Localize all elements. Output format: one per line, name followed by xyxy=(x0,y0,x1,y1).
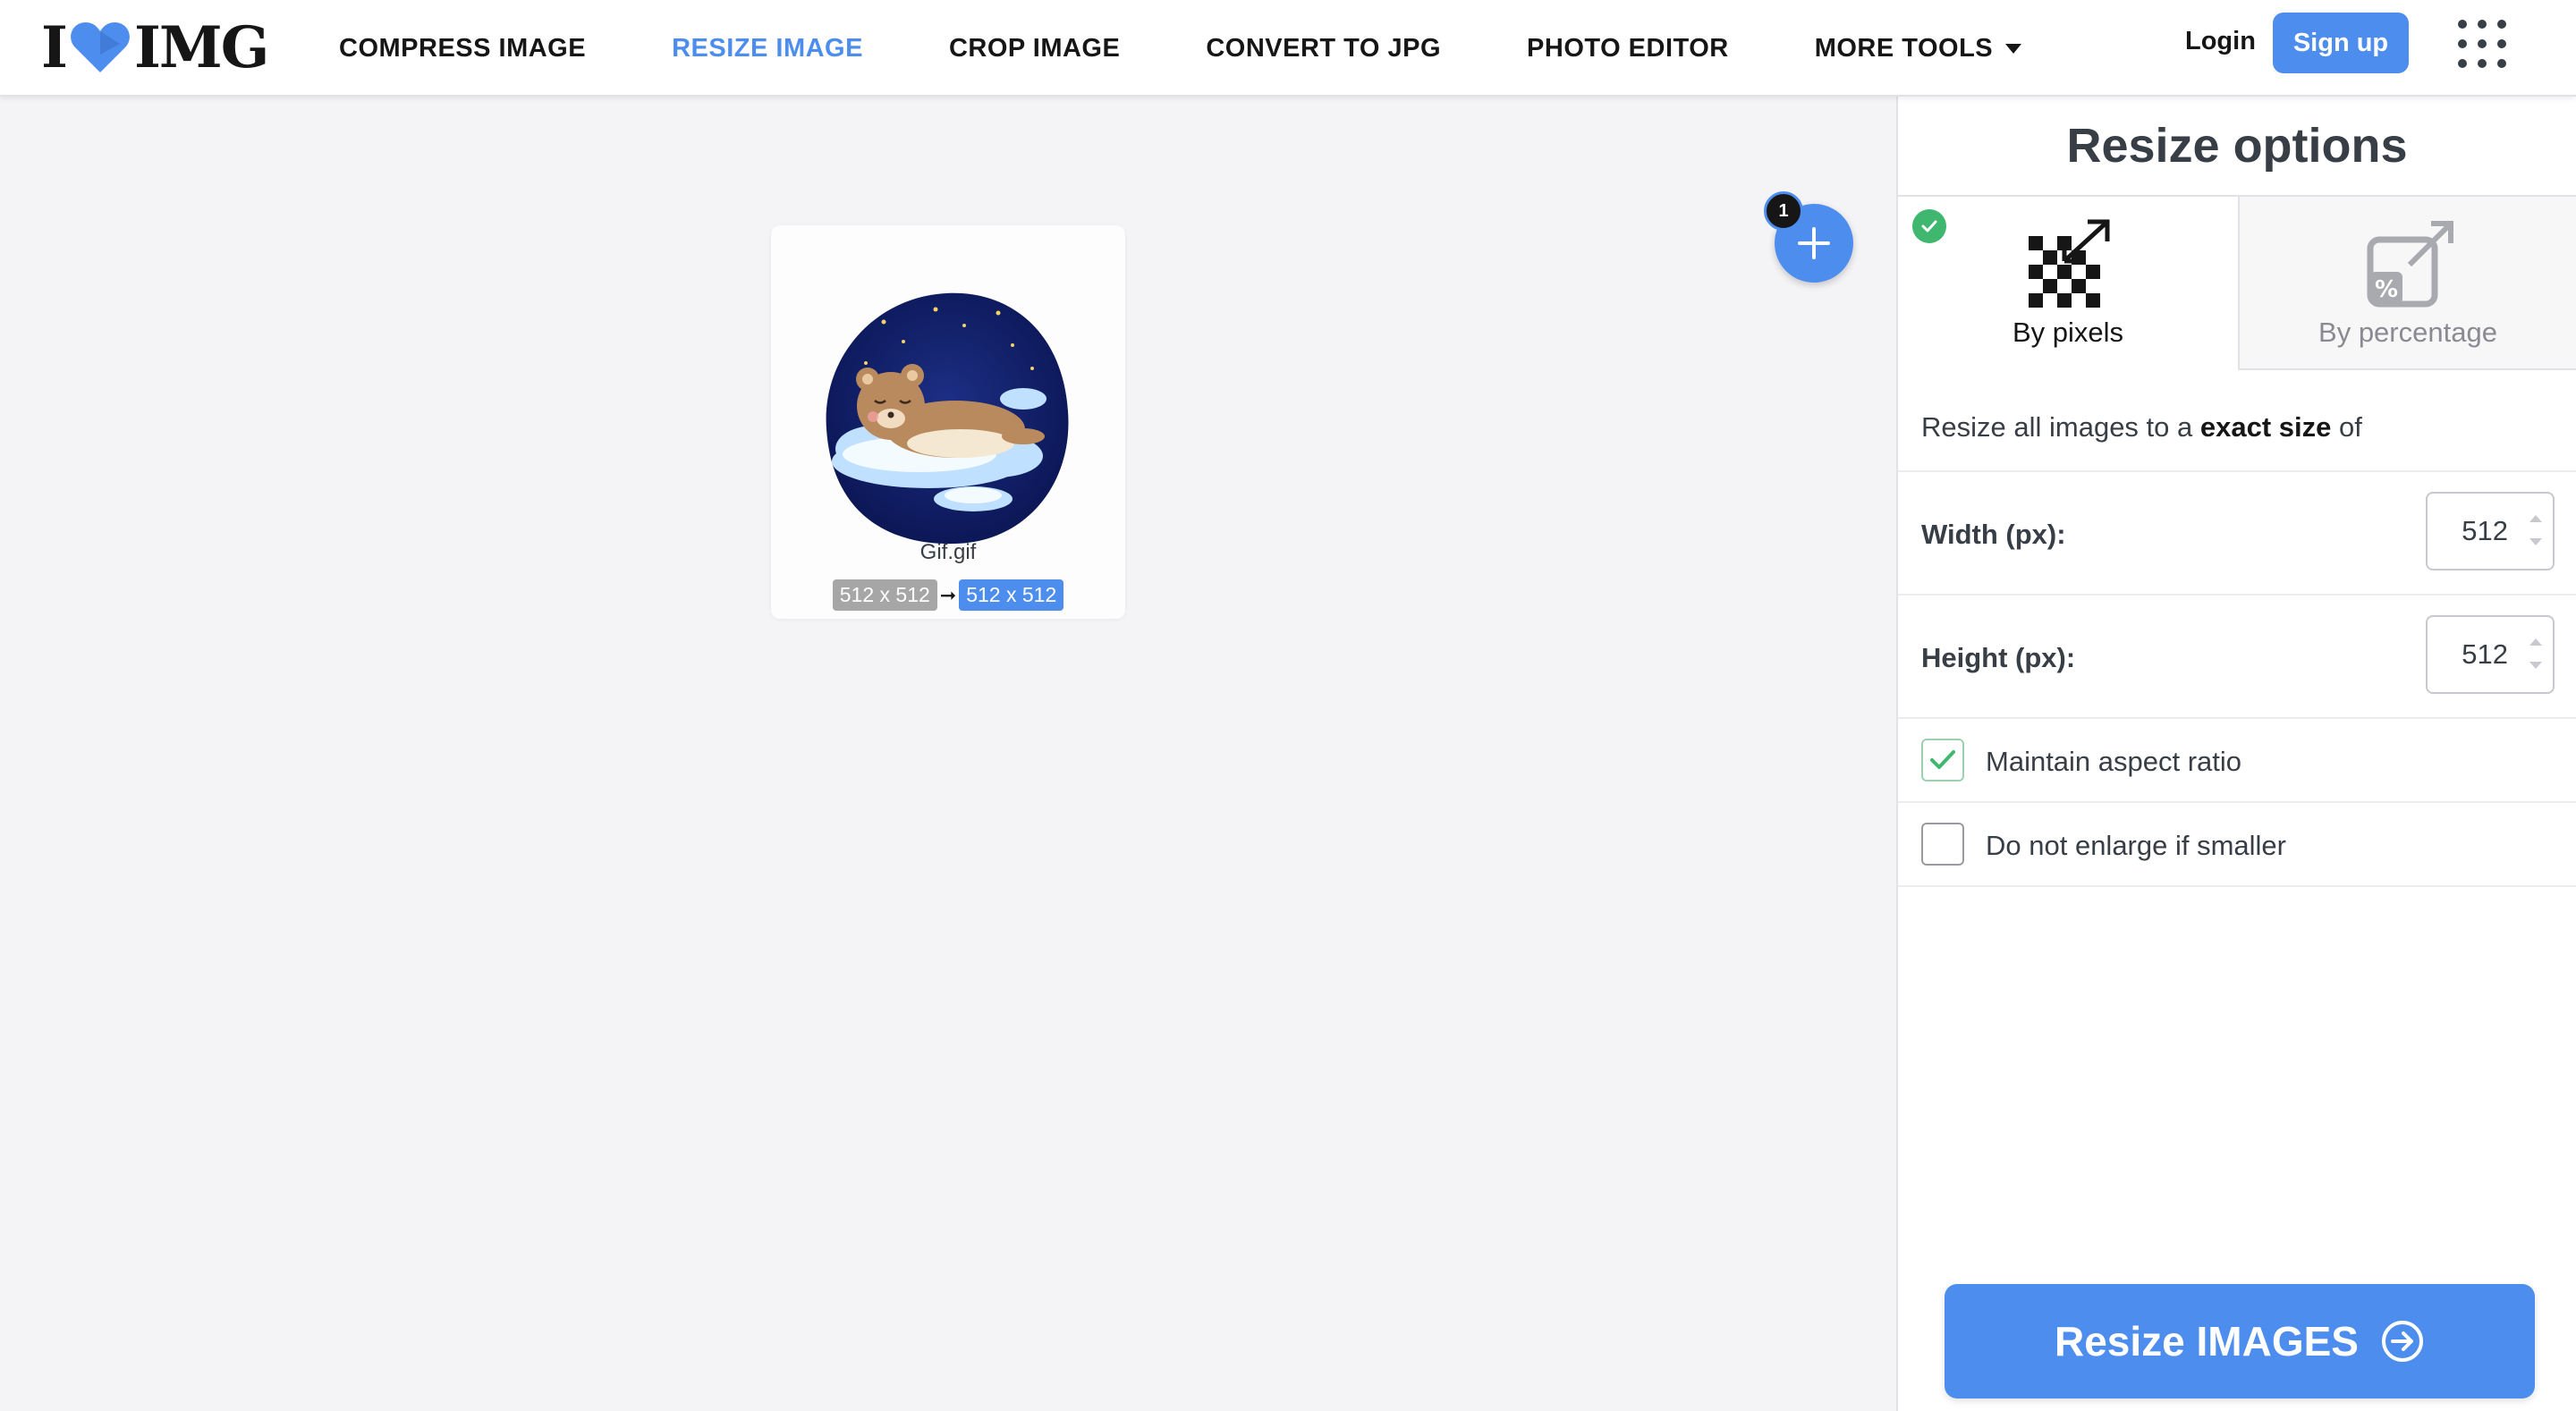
nav-photo-editor[interactable]: PHOTO EDITOR xyxy=(1527,34,1729,63)
file-card[interactable]: Gif.gif 512 x 512 ➞ 512 x 512 xyxy=(771,225,1125,619)
percentage-resize-icon: % xyxy=(2367,221,2453,308)
resize-images-label: Resize IMAGES xyxy=(2055,1318,2359,1365)
main-nav: COMPRESS IMAGE RESIZE IMAGE CROP IMAGE C… xyxy=(339,0,2107,97)
spin-down-icon[interactable] xyxy=(2529,538,2542,545)
height-row: Height (px): 512 xyxy=(1898,594,2576,717)
caret-down-icon xyxy=(2005,43,2022,54)
nav-crop-image[interactable]: CROP IMAGE xyxy=(949,34,1120,63)
tab-by-percentage-label: By percentage xyxy=(2318,317,2497,348)
description-prefix: Resize all images to a xyxy=(1921,411,2200,443)
spin-up-icon[interactable] xyxy=(2529,515,2542,522)
width-value: 512 xyxy=(2462,515,2508,546)
description-bold: exact size xyxy=(2199,411,2332,443)
tab-by-pixels-label: By pixels xyxy=(2012,317,2124,348)
width-row: Width (px): 512 xyxy=(1898,470,2576,594)
pixels-resize-icon xyxy=(2029,219,2110,308)
nav-more-tools[interactable]: MORE TOOLS xyxy=(1814,33,2022,63)
signup-button[interactable]: Sign up xyxy=(2273,13,2409,73)
no-enlarge-checkbox[interactable] xyxy=(1921,823,1964,866)
resize-images-button[interactable]: Resize IMAGES xyxy=(1945,1284,2535,1398)
options-sidebar: Resize options By pixels % By percentage… xyxy=(1896,97,2576,1411)
no-enlarge-row: Do not enlarge if smaller xyxy=(1898,801,2576,887)
maintain-aspect-label: Maintain aspect ratio xyxy=(1986,746,2242,777)
tab-by-pixels[interactable]: By pixels xyxy=(1898,195,2238,370)
height-value: 512 xyxy=(2462,638,2508,670)
file-name: Gif.gif xyxy=(919,540,977,564)
work-area: Gif.gif 512 x 512 ➞ 512 x 512 1 xyxy=(0,97,1896,1411)
nav-convert-to-jpg[interactable]: CONVERT TO JPG xyxy=(1206,34,1441,63)
file-count-badge: 1 xyxy=(1764,191,1803,231)
check-icon xyxy=(1912,209,1946,243)
tab-by-percentage[interactable]: % By percentage xyxy=(2238,195,2576,370)
logo-text-left: I xyxy=(41,13,68,81)
logo[interactable]: I IMG xyxy=(41,13,269,81)
height-label: Height (px): xyxy=(1921,642,2076,673)
width-input[interactable]: 512 xyxy=(2426,492,2555,570)
maintain-aspect-checkbox[interactable] xyxy=(1921,739,1964,782)
arrow-right-circle-icon xyxy=(2382,1321,2423,1362)
nav-compress-image[interactable]: COMPRESS IMAGE xyxy=(339,34,586,63)
arrow-right-icon: ➞ xyxy=(939,583,957,606)
sidebar-title: Resize options xyxy=(2066,119,2408,173)
logo-text-right: IMG xyxy=(133,13,269,81)
nav-more-tools-label: MORE TOOLS xyxy=(1814,33,1994,63)
spin-up-icon[interactable] xyxy=(2529,638,2542,646)
description-suffix: of xyxy=(2331,411,2362,443)
new-dimensions: 512 x 512 xyxy=(959,579,1064,611)
plus-icon xyxy=(1798,227,1830,259)
check-icon xyxy=(1930,750,1955,769)
nav-resize-image[interactable]: RESIZE IMAGE xyxy=(672,34,863,63)
apps-grid-icon[interactable] xyxy=(2458,20,2506,68)
heart-logo-icon xyxy=(71,22,130,72)
no-enlarge-label: Do not enlarge if smaller xyxy=(1986,830,2286,861)
spin-down-icon[interactable] xyxy=(2529,662,2542,669)
login-link[interactable]: Login xyxy=(2185,27,2256,56)
file-thumbnail xyxy=(826,292,1069,545)
file-dimensions: 512 x 512 ➞ 512 x 512 xyxy=(771,579,1125,611)
resize-description: Resize all images to a exact size of xyxy=(1921,411,2362,444)
top-header: I IMG COMPRESS IMAGE RESIZE IMAGE CROP I… xyxy=(0,0,2576,97)
width-label: Width (px): xyxy=(1921,519,2066,550)
svg-text:%: % xyxy=(2375,276,2398,303)
height-input[interactable]: 512 xyxy=(2426,615,2555,694)
maintain-aspect-row: Maintain aspect ratio xyxy=(1898,717,2576,801)
original-dimensions: 512 x 512 xyxy=(832,579,937,611)
